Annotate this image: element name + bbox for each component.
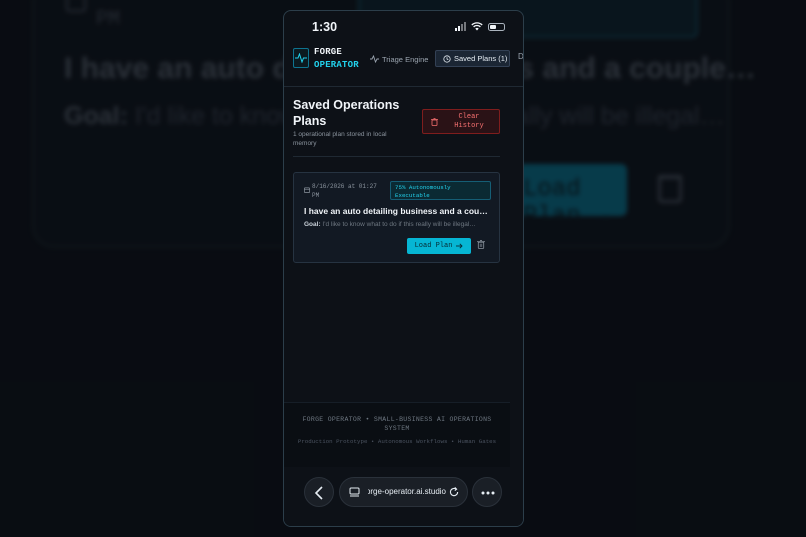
status-bar: 1:30 <box>284 11 523 43</box>
footer-title: FORGE OPERATOR • SMALL-BUSINESS AI OPERA… <box>302 416 492 432</box>
app-header: FORGE OPERATOR Triage Engine Saved Plans… <box>284 47 523 87</box>
arrow-right-icon <box>456 243 464 249</box>
app-footer: FORGE OPERATOR • SMALL-BUSINESS AI OPERA… <box>284 402 510 467</box>
reload-icon[interactable] <box>448 486 460 498</box>
saved-plan-card: 8/16/2026 at 01:27 PM 75% Autonomously E… <box>293 172 500 263</box>
plan-goal: Goal: I'd like to know what to do if thi… <box>304 221 492 228</box>
tabs-icon <box>349 487 360 497</box>
section-divider <box>293 156 500 157</box>
activity-icon <box>370 55 379 63</box>
more-options-button[interactable] <box>472 477 502 507</box>
calendar-icon <box>304 187 310 193</box>
nav-tab-triage-engine[interactable]: Triage Engine <box>370 51 428 67</box>
status-icons <box>455 22 505 31</box>
url-text: forge-operator.ai.studio <box>368 487 446 496</box>
nav-tab-saved-label: Saved Plans (1) <box>454 54 508 63</box>
page-title: Saved Operations Plans <box>293 98 400 128</box>
clear-history-button[interactable]: Clear History <box>422 109 500 134</box>
autonomy-badge: 75% Autonomously Executable <box>390 181 491 200</box>
delete-plan-icon[interactable] <box>477 240 485 249</box>
more-dots-icon <box>481 491 495 495</box>
history-icon <box>443 54 451 63</box>
cellular-signal-icon <box>455 22 466 31</box>
nav-tab-saved-plans[interactable]: Saved Plans (1) <box>435 50 510 67</box>
browser-toolbar: forge-operator.ai.studio <box>284 467 523 526</box>
brand-name-line2: OPERATOR <box>314 60 359 70</box>
status-time: 1:30 <box>312 20 338 34</box>
nav-tab-triage-label: Triage Engine <box>382 54 429 64</box>
back-button[interactable] <box>304 477 334 507</box>
load-plan-button[interactable]: Load Plan <box>407 238 471 254</box>
page-subtitle: 1 operational plan stored in local memor… <box>293 131 387 147</box>
footer-tagline: Production Prototype • Autonomous Workfl… <box>297 438 497 445</box>
plan-title: I have an auto detailing business and a … <box>304 206 492 216</box>
trash-icon <box>431 118 438 126</box>
phone-frame: 1:30 FORGE OPERATOR Triage Engine Saved … <box>283 10 524 527</box>
battery-icon <box>488 22 505 31</box>
load-plan-label: Load Plan <box>414 242 453 250</box>
pulse-logo-icon <box>293 48 309 68</box>
plan-goal-label: Goal: <box>304 221 321 228</box>
address-bar[interactable]: forge-operator.ai.studio <box>339 477 468 507</box>
nav-tab-overflow[interactable]: D <box>518 52 523 61</box>
brand-name-line1: FORGE <box>314 47 343 57</box>
plan-date: 8/16/2026 at 01:27 PM <box>312 183 377 199</box>
wifi-icon <box>471 22 483 31</box>
chevron-left-icon <box>314 486 323 500</box>
plan-goal-text: I'd like to know what to do if this real… <box>320 221 476 228</box>
clear-history-label: Clear History <box>454 113 484 130</box>
